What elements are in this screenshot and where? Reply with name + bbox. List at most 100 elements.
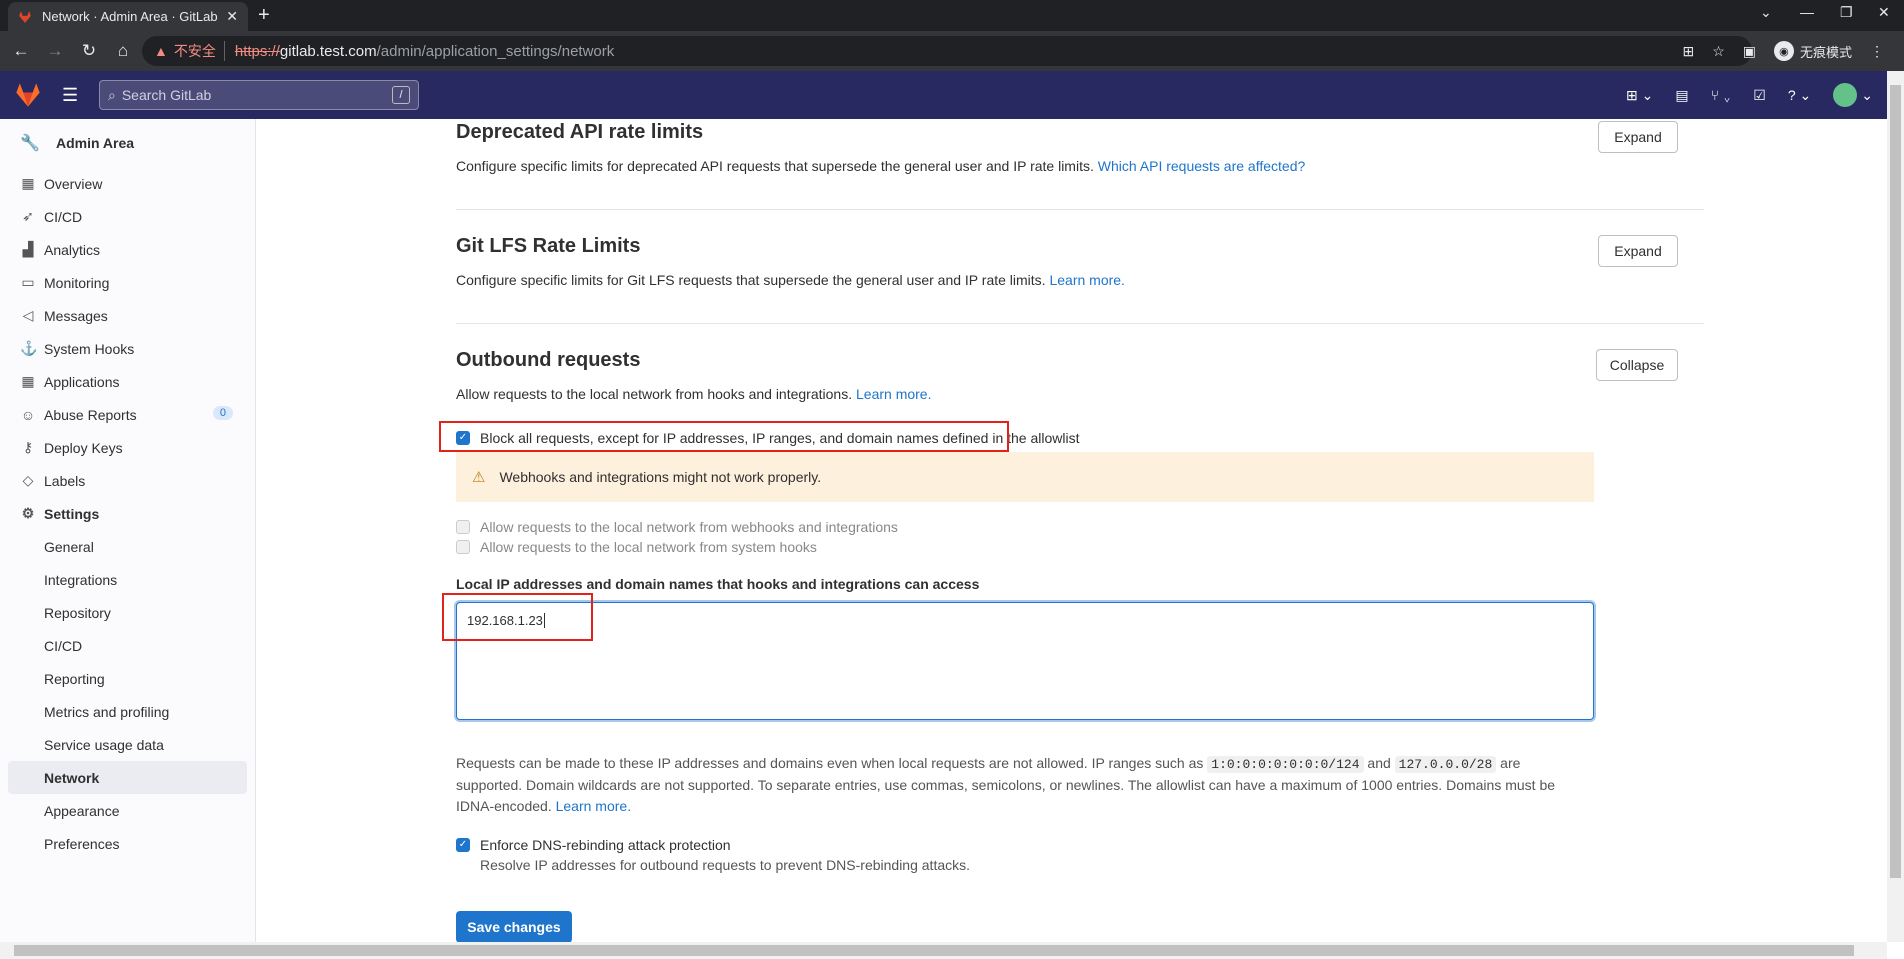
hamburger-menu-icon[interactable]: ☰ — [62, 85, 78, 106]
sidebar-item-label: System Hooks — [44, 340, 135, 357]
expand-button[interactable]: Expand — [1598, 235, 1678, 267]
back-icon[interactable]: ← — [8, 38, 34, 64]
learn-more-link[interactable]: Learn more. — [1049, 272, 1124, 288]
sidebar-item-label: Abuse Reports — [44, 406, 137, 423]
allowlist-textarea[interactable]: 192.168.1.23 — [456, 602, 1594, 720]
browser-menu-icon[interactable]: ⋮ — [1870, 43, 1884, 60]
applications-icon: ▦ — [21, 373, 35, 389]
allow-system-hooks-checkbox[interactable] — [456, 540, 470, 555]
save-changes-button[interactable]: Save changes — [456, 911, 572, 942]
todos-icon[interactable]: ☑ — [1753, 87, 1766, 104]
insecure-label[interactable]: 不安全 — [174, 41, 225, 61]
tab-close-icon[interactable]: ✕ — [226, 8, 238, 25]
restore-icon[interactable]: ❐ — [1840, 4, 1853, 21]
highlight-box-block-all — [439, 421, 1009, 452]
gitlab-logo-icon[interactable] — [14, 81, 42, 109]
sidebar-sub-metrics[interactable]: Metrics and profiling — [0, 695, 255, 728]
bullhorn-icon: ◁ — [22, 307, 34, 323]
sidebar-sub-reporting[interactable]: Reporting — [0, 662, 255, 695]
deprecated-api-section: Deprecated API rate limits Configure spe… — [456, 121, 1684, 174]
affected-requests-link[interactable]: Which API requests are affected? — [1098, 158, 1306, 174]
sidebar-item-analytics[interactable]: ▟ Analytics — [0, 233, 255, 266]
search-icon: ⌕ — [108, 86, 116, 103]
merge-requests-icon[interactable]: ⑂ ⌄ — [1711, 87, 1732, 103]
dns-rebinding-checkbox[interactable]: ✓ — [456, 838, 470, 853]
issues-icon[interactable]: ▤ — [1675, 87, 1688, 104]
create-new-icon[interactable]: ⊞ ⌄ — [1626, 87, 1653, 104]
sidebar-item-cicd[interactable]: ➶ CI/CD — [0, 200, 255, 233]
horizontal-scrollbar-thumb[interactable] — [14, 945, 1854, 956]
collapse-button[interactable]: Collapse — [1596, 349, 1678, 381]
incognito-indicator[interactable]: ◉ 无痕模式 — [1773, 41, 1852, 61]
section-title: Git LFS Rate Limits — [456, 235, 641, 257]
learn-more-link[interactable]: Learn more. — [856, 386, 931, 402]
sidebar-item-abuse-reports[interactable]: ☺ Abuse Reports 0 — [0, 398, 255, 431]
sidebar-sub-general[interactable]: General — [0, 530, 255, 563]
sidebar-sub-integrations[interactable]: Integrations — [0, 563, 255, 596]
section-title: Outbound requests — [456, 349, 641, 371]
sidebar-item-deploy-keys[interactable]: ⚷ Deploy Keys — [0, 431, 255, 464]
sidebar-sub-repository[interactable]: Repository — [0, 596, 255, 629]
sidebar-item-label: Overview — [44, 175, 103, 192]
sidebar-item-monitoring[interactable]: ▭ Monitoring — [0, 266, 255, 299]
main-content: Deprecated API rate limits Configure spe… — [256, 119, 1887, 942]
sidebar-item-settings[interactable]: ⚙ Settings — [0, 497, 255, 530]
dns-rebinding-help: Resolve IP addresses for outbound reques… — [480, 857, 971, 873]
tab-search-icon[interactable]: ⌄ — [1760, 4, 1772, 21]
address-bar[interactable]: ▲ 不安全 https://gitlab.test.com/admin/appl… — [142, 36, 1752, 66]
dns-rebinding-checkbox-row[interactable]: ✓ Enforce DNS-rebinding attack protection — [456, 837, 731, 853]
side-panel-icon[interactable]: ▣ — [1743, 43, 1756, 60]
vertical-scrollbar-thumb[interactable] — [1890, 85, 1901, 878]
browser-tab[interactable]: Network · Admin Area · GitLab ✕ — [8, 2, 248, 31]
admin-sidebar: 🔧 Admin Area ▦ Overview ➶ CI/CD ▟ Analytics… — [0, 119, 256, 942]
minimize-icon[interactable]: — — [1800, 4, 1814, 20]
horizontal-scrollbar[interactable] — [0, 942, 1887, 959]
section-title: Deprecated API rate limits — [456, 121, 704, 143]
home-icon[interactable]: ⌂ — [110, 38, 136, 64]
browser-toolbar: ← → ↻ ⌂ ▲ 不安全 https://gitlab.test.com/ad… — [0, 31, 1904, 71]
url-path: /admin/application_settings/network — [376, 42, 615, 60]
admin-wrench-icon: 🔧 — [20, 135, 40, 152]
sidebar-item-messages[interactable]: ◁ Messages — [0, 299, 255, 332]
allow-webhooks-checkbox-row[interactable]: Allow requests to the local network from… — [456, 519, 898, 535]
chart-icon: ▟ — [22, 241, 34, 257]
allow-webhooks-label: Allow requests to the local network from… — [480, 519, 898, 535]
header-actions: ⊞ ⌄ ▤ ⑂ ⌄ ☑ ? ⌄ ⌄ — [1626, 71, 1873, 119]
help-learn-more-link[interactable]: Learn more. — [556, 798, 631, 814]
section-divider — [456, 209, 1704, 210]
user-menu[interactable]: ⌄ — [1833, 83, 1873, 107]
sidebar-sub-network[interactable]: Network — [8, 761, 247, 794]
sidebar-item-overview[interactable]: ▦ Overview — [0, 167, 255, 200]
help-code-ipv4: 127.0.0.0/28 — [1394, 756, 1497, 773]
sidebar-sub-service-usage[interactable]: Service usage data — [0, 728, 255, 761]
sidebar-sub-appearance[interactable]: Appearance — [0, 794, 255, 827]
sidebar-sub-cicd[interactable]: CI/CD — [0, 629, 255, 662]
expand-button[interactable]: Expand — [1598, 121, 1678, 153]
browser-tab-bar: Network · Admin Area · GitLab ✕ + ⌄ — ❐ … — [0, 0, 1904, 31]
help-text-part: Requests can be made to these IP address… — [456, 755, 1204, 771]
allow-webhooks-checkbox[interactable] — [456, 520, 470, 535]
highlight-box-allowlist — [442, 593, 593, 641]
bookmark-star-icon[interactable]: ☆ — [1712, 43, 1725, 60]
sidebar-item-label: Deploy Keys — [44, 439, 123, 456]
gitlab-favicon-icon — [19, 10, 31, 23]
help-icon[interactable]: ? ⌄ — [1788, 87, 1811, 104]
sidebar-sub-preferences[interactable]: Preferences — [0, 827, 255, 860]
new-tab-button[interactable]: + — [258, 4, 270, 27]
browser-toolbar-right: ⊞ ☆ ▣ ◉ 无痕模式 ⋮ — [1682, 31, 1884, 71]
dns-rebinding-label: Enforce DNS-rebinding attack protection — [480, 837, 731, 853]
allow-system-hooks-checkbox-row[interactable]: Allow requests to the local network from… — [456, 539, 817, 555]
sidebar-item-applications[interactable]: ▦ Applications — [0, 365, 255, 398]
overview-icon: ▦ — [21, 175, 35, 191]
search-input[interactable]: ⌕ Search GitLab / — [99, 80, 419, 110]
sidebar-item-labels[interactable]: ◇ Labels — [0, 464, 255, 497]
sidebar-item-system-hooks[interactable]: ⚓ System Hooks — [0, 332, 255, 365]
monitor-icon: ▭ — [21, 274, 35, 290]
section-divider — [456, 323, 1704, 324]
forward-icon[interactable]: → — [42, 38, 68, 64]
translate-icon[interactable]: ⊞ — [1682, 43, 1694, 60]
reload-icon[interactable]: ↻ — [76, 38, 102, 64]
close-window-icon[interactable]: ✕ — [1878, 4, 1890, 21]
sidebar-title[interactable]: 🔧 Admin Area — [0, 119, 255, 167]
vertical-scrollbar[interactable] — [1887, 71, 1904, 942]
